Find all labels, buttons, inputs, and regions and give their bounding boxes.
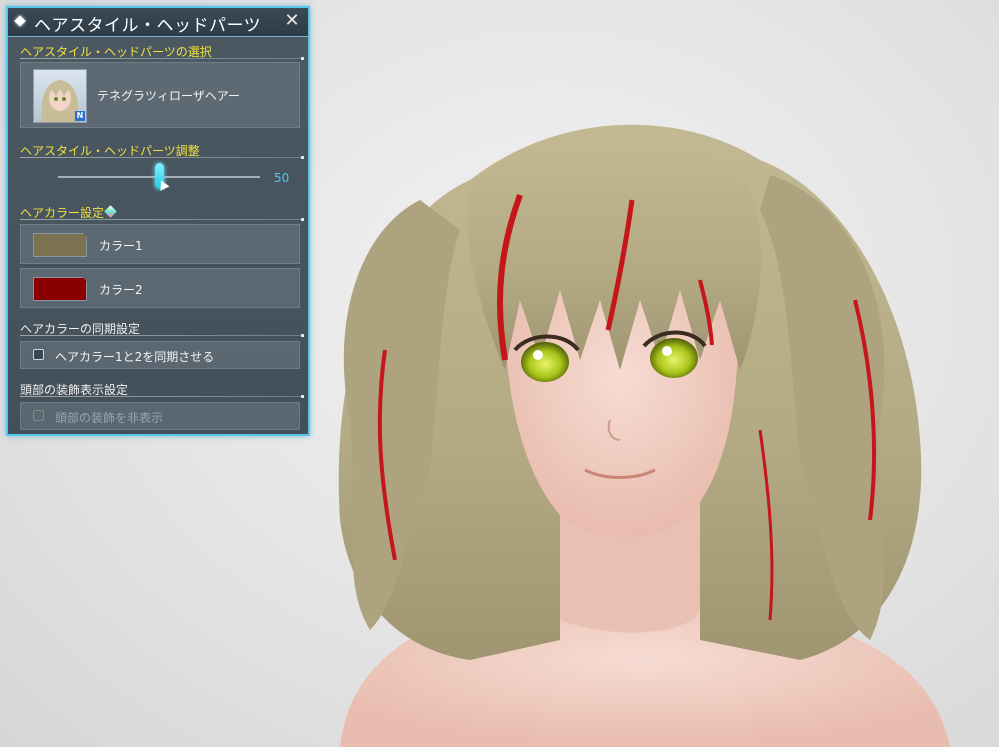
- eye-highlight: [662, 346, 672, 356]
- left-eye: [521, 342, 569, 382]
- section-header-sync: ヘアカラーの同期設定: [20, 322, 141, 336]
- hairstyle-select-row[interactable]: N テネグラツィローザヘアー: [20, 62, 300, 128]
- sync-colors-label: ヘアカラー1と2を同期させる: [55, 350, 215, 364]
- section-divider: [20, 334, 304, 337]
- section-divider: [20, 395, 304, 398]
- gem-icon: [104, 205, 117, 218]
- hide-head-deco-checkbox: [33, 410, 44, 421]
- sync-colors-row[interactable]: ヘアカラー1と2を同期させる: [20, 341, 300, 369]
- section-header-adjust: ヘアスタイル・ヘッドパーツ調整: [20, 144, 200, 158]
- color-1-swatch[interactable]: [33, 233, 87, 257]
- hair-color-1-row[interactable]: カラー1: [20, 224, 300, 264]
- eye-highlight: [533, 350, 543, 360]
- hairstyle-panel: ヘアスタイル・ヘッドパーツ ✕ ヘアスタイル・ヘッドパーツの選択 N テネグラツ…: [6, 6, 310, 436]
- hair-color-header-label: ヘアカラー設定: [20, 206, 105, 220]
- section-header-selection: ヘアスタイル・ヘッドパーツの選択: [20, 45, 212, 59]
- section-divider: [20, 156, 304, 159]
- hide-head-deco-row: 頭部の装飾を非表示: [20, 402, 300, 430]
- panel-title: ヘアスタイル・ヘッドパーツ: [34, 16, 262, 36]
- panel-titlebar[interactable]: ヘアスタイル・ヘッドパーツ ✕: [8, 8, 308, 37]
- section-divider: [20, 218, 304, 221]
- close-button[interactable]: ✕: [282, 11, 302, 31]
- color-2-label: カラー2: [99, 283, 143, 297]
- hairstyle-name: テネグラツィローザヘアー: [97, 89, 241, 103]
- hairstyle-thumbnail: N: [33, 69, 87, 123]
- color-2-swatch[interactable]: [33, 277, 87, 301]
- section-header-hair-color: ヘアカラー設定: [20, 204, 300, 220]
- section-divider: [20, 57, 304, 60]
- sync-colors-checkbox[interactable]: [33, 349, 44, 360]
- section-header-head-deco: 頭部の装飾表示設定: [20, 383, 129, 397]
- adjust-slider-value: 50: [274, 171, 290, 185]
- diamond-icon: [14, 15, 26, 27]
- color-1-label: カラー1: [99, 239, 143, 253]
- new-badge: N: [75, 111, 85, 121]
- hide-head-deco-label: 頭部の装飾を非表示: [55, 411, 164, 425]
- hair-color-2-row[interactable]: カラー2: [20, 268, 300, 308]
- right-eye: [650, 338, 698, 378]
